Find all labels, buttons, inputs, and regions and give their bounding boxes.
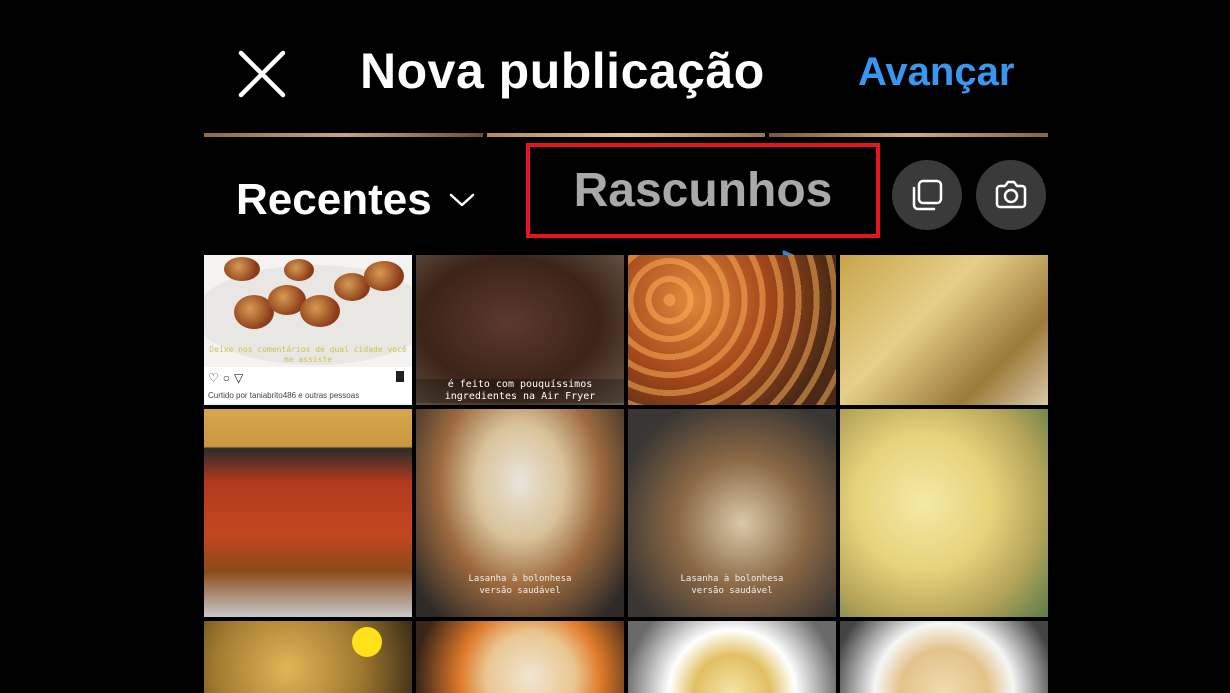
gallery-tile[interactable] [416, 621, 624, 693]
tile-caption-subtitle: versão saudável [691, 586, 773, 596]
new-post-screen: Nova publicação Avançar Recentes Rascunh… [0, 0, 1230, 693]
post-action-icons: ♡○▽ [208, 371, 248, 385]
close-button[interactable] [236, 48, 288, 100]
food-image [224, 257, 260, 281]
tile-caption: é feito com pouquíssimos ingredientes na… [416, 379, 624, 403]
food-image [284, 259, 314, 281]
camera-button[interactable] [976, 160, 1046, 230]
gallery-tile[interactable] [840, 409, 1048, 617]
food-image [300, 295, 340, 327]
multi-select-button[interactable] [892, 160, 962, 230]
preview-strip [204, 133, 1049, 137]
album-label: Recentes [236, 175, 432, 224]
selection-dot [352, 627, 382, 657]
tile-caption: Lasanha à bolonhesa versão saudável [628, 573, 836, 597]
tile-caption-subtitle: versão saudável [479, 586, 561, 596]
bookmark-icon [396, 371, 404, 382]
food-image [364, 261, 404, 291]
tile-caption: Lasanha à bolonhesa versão saudável [416, 573, 624, 597]
liked-by-text: Curtido por taniabrito486 e outras pesso… [208, 391, 360, 400]
gallery-tile[interactable]: Deixe nos comentários de qual cidade voc… [204, 255, 412, 405]
gallery-tile[interactable] [628, 621, 836, 693]
multi-select-icon [912, 179, 943, 211]
photo-gallery-grid: Deixe nos comentários de qual cidade voc… [204, 255, 1050, 693]
album-selector[interactable]: Recentes [236, 175, 476, 225]
gallery-tile[interactable]: é feito com pouquíssimos ingredientes na… [416, 255, 624, 405]
gallery-tile[interactable] [840, 255, 1048, 405]
gallery-tile[interactable] [840, 621, 1048, 693]
gallery-tile[interactable]: Lasanha à bolonhesa versão saudável [628, 409, 836, 617]
food-image [628, 255, 836, 405]
gallery-tile[interactable]: Lasanha à bolonhesa versão saudável [416, 409, 624, 617]
close-icon [238, 50, 286, 98]
chevron-down-icon [449, 193, 474, 207]
tile-caption-title: Lasanha à bolonhesa [680, 574, 784, 584]
gallery-tile[interactable] [204, 409, 412, 617]
gallery-tile[interactable] [204, 621, 412, 693]
drafts-label: Rascunhos [573, 164, 833, 217]
tile-caption: Deixe nos comentários de qual cidade voc… [209, 345, 407, 364]
next-button[interactable]: Avançar [858, 50, 1014, 95]
camera-icon [995, 180, 1027, 209]
tile-caption-title: Lasanha à bolonhesa [468, 574, 572, 584]
drafts-button[interactable]: Rascunhos [526, 143, 880, 238]
page-title: Nova publicação [360, 43, 765, 99]
gallery-tile[interactable] [628, 255, 836, 405]
